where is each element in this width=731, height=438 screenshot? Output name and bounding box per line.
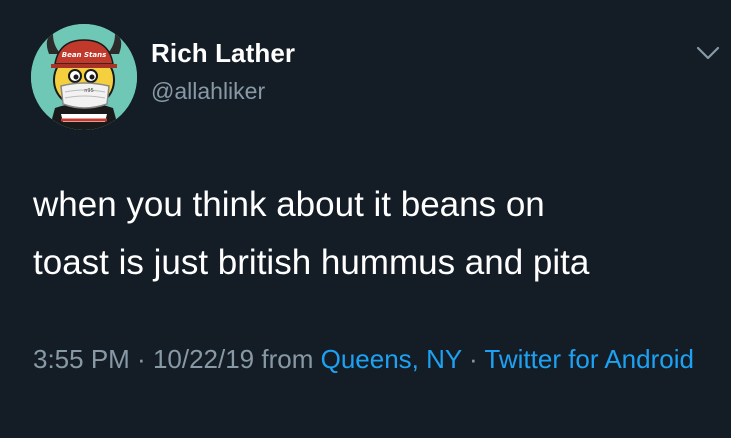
cap-logo: Bean Stans [62, 51, 107, 59]
client-link[interactable]: Twitter for Android [484, 344, 694, 374]
separator: · [461, 344, 485, 374]
tweet-text-line: toast is just british hummus and pita [33, 243, 590, 282]
tweet-card: Bean Stans n95 Rich Lather @allahliker w… [0, 0, 731, 438]
avatar[interactable]: Bean Stans n95 [31, 24, 137, 130]
tweet-text: when you think about it beans on toast i… [33, 176, 713, 292]
display-name[interactable]: Rich Lather [151, 38, 295, 69]
tweet-text-line: when you think about it beans on [33, 185, 545, 224]
avatar-illustration: Bean Stans n95 [31, 24, 137, 130]
tweet-time[interactable]: 3:55 PM [33, 344, 130, 374]
location-link[interactable]: Queens, NY [321, 344, 462, 374]
from-label: from [254, 344, 321, 374]
mask-logo: n95 [84, 88, 94, 94]
separator: · [129, 344, 153, 374]
chevron-down-icon[interactable] [694, 42, 722, 64]
tweet-date[interactable]: 10/22/19 [153, 344, 254, 374]
user-handle[interactable]: @allahliker [151, 78, 265, 105]
tweet-meta: 3:55 PM · 10/22/19 from Queens, NY · Twi… [33, 338, 723, 380]
